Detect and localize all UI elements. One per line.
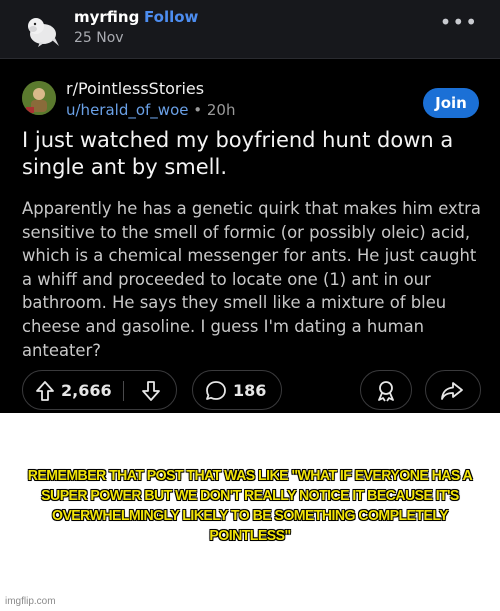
award-button[interactable] [360, 370, 412, 410]
subreddit-icon [22, 81, 56, 115]
byline: u/herald_of_woe • 20h [66, 101, 235, 119]
username[interactable]: myrfing [74, 8, 139, 26]
vote-score: 2,666 [61, 381, 112, 400]
author-link[interactable]: u/herald_of_woe [66, 101, 188, 119]
award-icon [374, 380, 398, 406]
imgflip-watermark: imgflip.com [5, 596, 56, 607]
comment-count: 186 [233, 381, 267, 400]
tumblr-post-header: myrfing Follow 25 Nov ••• [0, 0, 500, 58]
join-button[interactable]: Join [423, 88, 479, 118]
share-button[interactable] [425, 370, 481, 410]
subreddit-avatar [22, 81, 56, 115]
manatee-avatar-icon[interactable] [22, 10, 62, 50]
reddit-post-screenshot: r/PointlessStories u/herald_of_woe • 20h… [0, 58, 500, 413]
post-age: • 20h [193, 101, 236, 119]
upvote-icon[interactable] [35, 380, 55, 402]
vote-control: 2,666 [22, 370, 177, 410]
post-date: 25 Nov [74, 30, 124, 46]
follow-button[interactable]: Follow [144, 8, 198, 26]
vote-divider [123, 381, 124, 401]
post-title: I just watched my boyfriend hunt down a … [22, 128, 454, 179]
meme-caption: REMEMBER THAT POST THAT WAS LIKE "WHAT I… [27, 467, 473, 544]
more-dots-icon[interactable]: ••• [440, 10, 478, 34]
comments-button[interactable]: 186 [192, 370, 282, 410]
post-body: Apparently he has a genetic quirk that m… [22, 199, 481, 360]
comment-bubble-icon [206, 381, 226, 400]
subreddit-name[interactable]: r/PointlessStories [66, 79, 204, 98]
share-arrow-icon [439, 380, 465, 406]
downvote-icon[interactable] [141, 380, 161, 402]
